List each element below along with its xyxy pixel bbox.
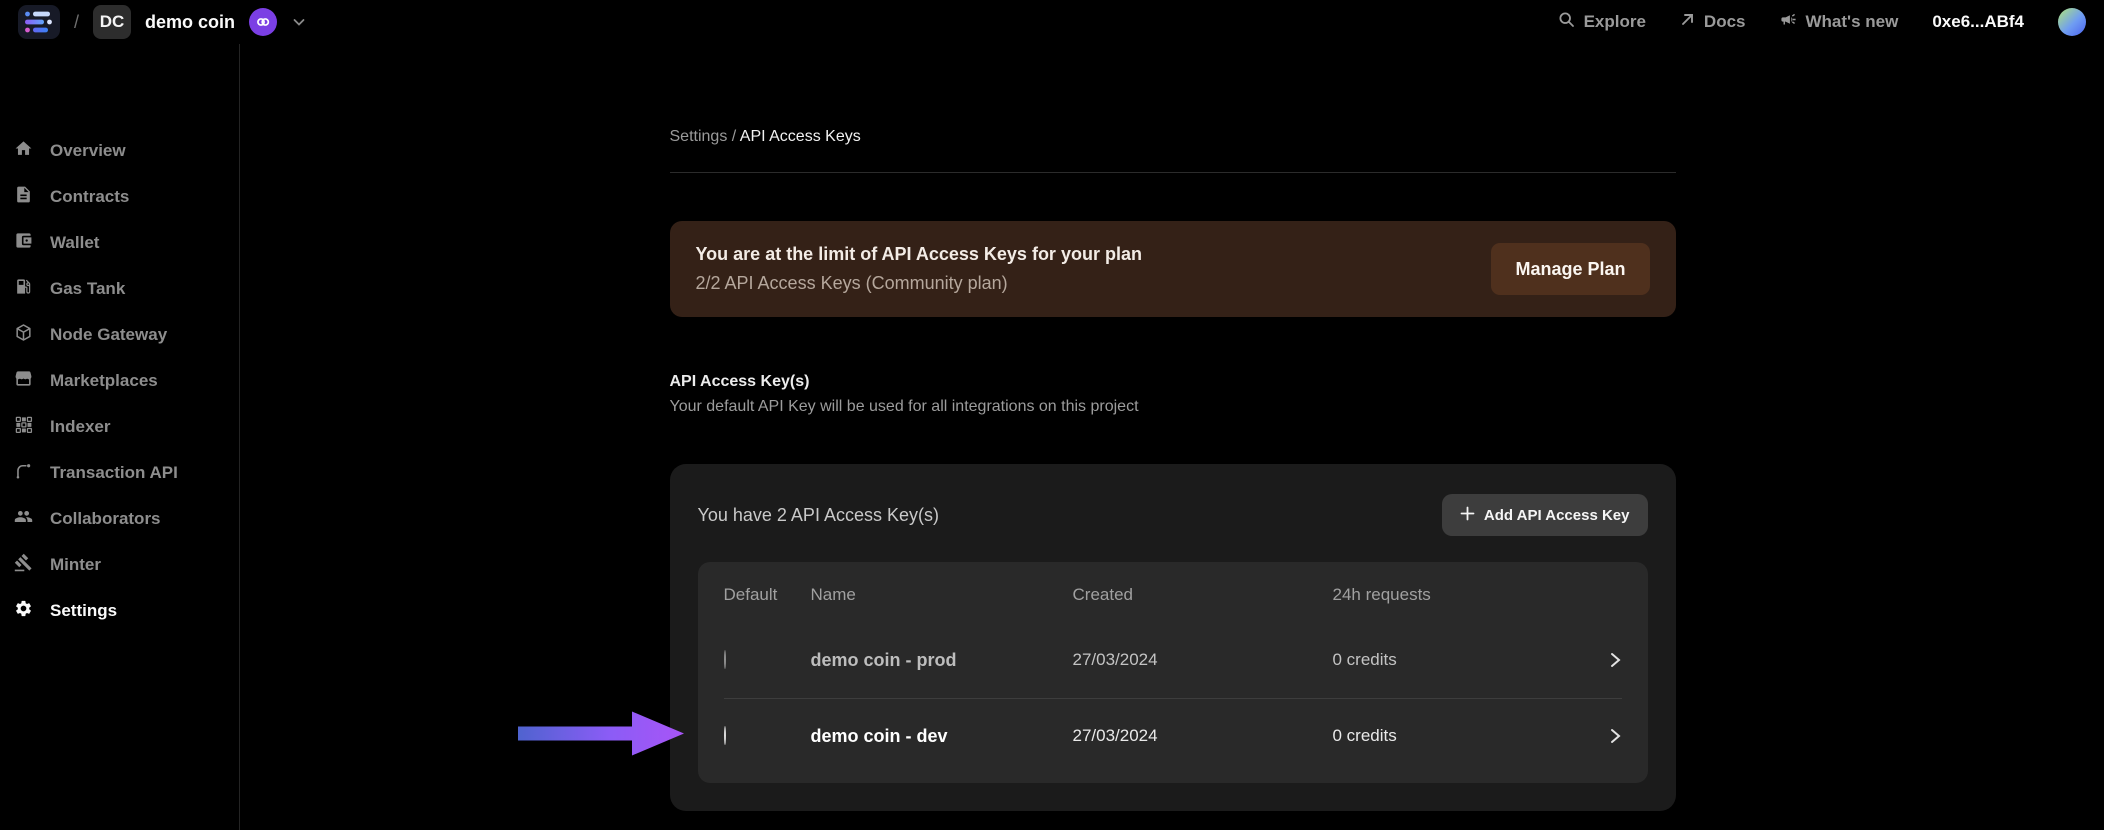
section-description: Your default API Key will be used for al… [670, 398, 1676, 416]
storefront-icon [14, 369, 33, 393]
banner-subtitle: 2/2 API Access Keys (Community plan) [696, 273, 1142, 294]
breadcrumb-separator: / [732, 128, 736, 145]
add-api-key-button-label: Add API Access Key [1484, 507, 1630, 524]
nav-whats-new[interactable]: What's new [1780, 11, 1899, 33]
route-icon [14, 461, 33, 485]
section-title: API Access Key(s) [670, 373, 1676, 391]
project-switcher-chevron-down-icon[interactable] [291, 14, 307, 30]
sidebar-item-transaction-api[interactable]: Transaction API [0, 450, 239, 496]
breadcrumb-divider [670, 172, 1676, 173]
api-keys-card: You have 2 API Access Key(s) Add API Acc… [670, 464, 1676, 811]
default-radio[interactable] [724, 650, 726, 669]
nav-docs[interactable]: Docs [1680, 12, 1746, 32]
sidebar-item-label: Collaborators [50, 509, 161, 529]
api-keys-table: Default Name Created 24h requests demo c… [698, 562, 1648, 783]
breadcrumb-current-page: API Access Keys [740, 128, 861, 145]
arrow-up-right-icon [1680, 12, 1695, 32]
sidebar-item-label: Contracts [50, 187, 129, 207]
topbar: / DC demo coin Explore [0, 0, 2104, 44]
breadcrumb-slash: / [74, 12, 79, 33]
default-radio[interactable] [724, 726, 726, 745]
plan-limit-banner: You are at the limit of API Access Keys … [670, 221, 1676, 317]
sidebar-item-settings[interactable]: Settings [0, 588, 239, 634]
key-created-date: 27/03/2024 [1073, 650, 1333, 670]
header-name: Name [811, 585, 1073, 605]
manage-plan-button[interactable]: Manage Plan [1491, 243, 1649, 295]
sidebar-item-node-gateway[interactable]: Node Gateway [0, 312, 239, 358]
sidebar-item-marketplaces[interactable]: Marketplaces [0, 358, 239, 404]
polygon-chain-icon [249, 8, 277, 36]
contract-icon [14, 185, 33, 209]
table-row-demo-coin-prod[interactable]: demo coin - prod 27/03/2024 0 credits [698, 622, 1648, 698]
sidebar-item-indexer[interactable]: Indexer [0, 404, 239, 450]
chevron-right-icon[interactable] [1592, 651, 1622, 669]
table-header-row: Default Name Created 24h requests [698, 568, 1648, 622]
add-api-key-button[interactable]: Add API Access Key [1442, 494, 1648, 536]
nav-explore[interactable]: Explore [1558, 11, 1646, 33]
app-logo-icon[interactable] [18, 5, 60, 39]
gear-icon [14, 599, 33, 623]
breadcrumb-settings-link[interactable]: Settings [670, 128, 728, 145]
key-name: demo coin - dev [811, 726, 1073, 747]
sidebar-item-label: Wallet [50, 233, 99, 253]
grid-icon [14, 415, 33, 439]
breadcrumb: Settings / API Access Keys [670, 128, 1676, 146]
sidebar: Overview Contracts Wallet Gas Tank Node … [0, 44, 240, 830]
gavel-icon [14, 553, 33, 577]
nav-explore-label: Explore [1584, 12, 1646, 32]
chevron-right-icon[interactable] [1592, 727, 1622, 745]
sidebar-item-label: Settings [50, 601, 117, 621]
home-icon [14, 139, 33, 163]
sidebar-item-contracts[interactable]: Contracts [0, 174, 239, 220]
wallet-address[interactable]: 0xe6...ABf4 [1932, 12, 2024, 32]
api-keys-count-title: You have 2 API Access Key(s) [698, 505, 939, 526]
pointer-arrow-annotation [518, 710, 686, 763]
key-24h-requests: 0 credits [1333, 650, 1592, 670]
header-created: Created [1073, 585, 1333, 605]
nav-whats-new-label: What's new [1806, 12, 1899, 32]
wallet-icon [14, 231, 33, 255]
sidebar-item-label: Marketplaces [50, 371, 158, 391]
sidebar-item-gas-tank[interactable]: Gas Tank [0, 266, 239, 312]
sidebar-item-label: Gas Tank [50, 279, 125, 299]
search-icon [1558, 11, 1575, 33]
people-icon [14, 507, 33, 531]
main-content: Settings / API Access Keys You are at th… [241, 44, 2104, 830]
sidebar-item-minter[interactable]: Minter [0, 542, 239, 588]
key-name: demo coin - prod [811, 650, 1073, 671]
nav-docs-label: Docs [1704, 12, 1746, 32]
sidebar-item-label: Node Gateway [50, 325, 167, 345]
sidebar-item-wallet[interactable]: Wallet [0, 220, 239, 266]
megaphone-icon [1780, 11, 1797, 33]
sidebar-item-label: Transaction API [50, 463, 178, 483]
project-initials-chip[interactable]: DC [93, 5, 131, 39]
plus-icon [1460, 506, 1475, 525]
banner-title: You are at the limit of API Access Keys … [696, 244, 1142, 265]
sidebar-item-overview[interactable]: Overview [0, 128, 239, 174]
key-24h-requests: 0 credits [1333, 726, 1592, 746]
table-row-demo-coin-dev[interactable]: demo coin - dev 27/03/2024 0 credits [698, 698, 1648, 774]
header-24h-requests: 24h requests [1333, 585, 1592, 605]
sidebar-item-label: Indexer [50, 417, 110, 437]
sidebar-item-label: Minter [50, 555, 101, 575]
user-avatar[interactable] [2058, 8, 2086, 36]
header-default: Default [724, 585, 811, 605]
sidebar-item-collaborators[interactable]: Collaborators [0, 496, 239, 542]
key-created-date: 27/03/2024 [1073, 726, 1333, 746]
sidebar-item-label: Overview [50, 141, 126, 161]
fuel-pump-icon [14, 277, 33, 301]
cube-icon [14, 323, 33, 347]
project-name[interactable]: demo coin [145, 12, 235, 33]
